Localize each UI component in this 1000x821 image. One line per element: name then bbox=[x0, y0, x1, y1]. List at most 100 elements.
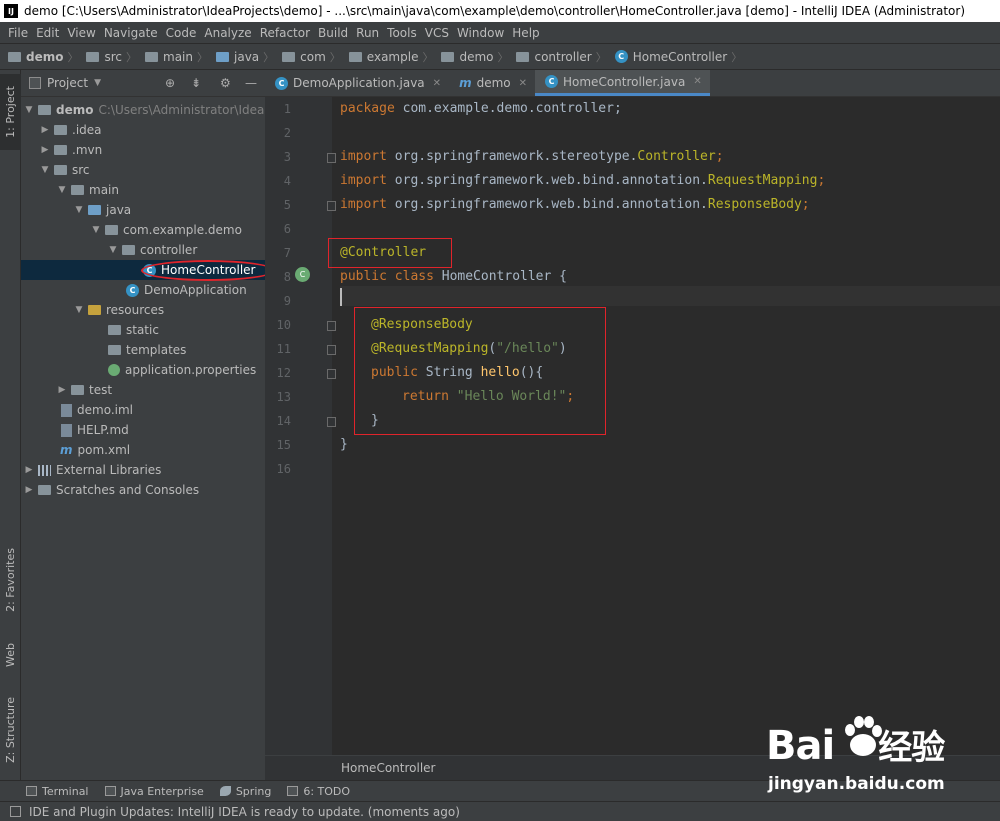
code-area[interactable]: package com.example.demo.controller; imp… bbox=[328, 97, 1000, 755]
tree-item-test[interactable]: ▶ test bbox=[21, 380, 265, 400]
paw-icon bbox=[845, 716, 882, 756]
tab-demoapplication[interactable]: C DemoApplication.java ✕ bbox=[265, 70, 449, 96]
fold-icon[interactable] bbox=[327, 321, 336, 331]
expand-arrow-icon[interactable]: ▼ bbox=[56, 185, 68, 195]
menu-build[interactable]: Build bbox=[314, 26, 352, 40]
tree-item-application-properties[interactable]: application.properties bbox=[21, 360, 265, 380]
expand-arrow-icon[interactable]: ▼ bbox=[90, 225, 102, 235]
crumb-src[interactable]: src 〉 bbox=[86, 49, 143, 65]
tree-item-demoapplication[interactable]: C DemoApplication bbox=[21, 280, 265, 300]
expand-arrow-icon[interactable]: ▼ bbox=[73, 205, 85, 215]
collapse-arrow-icon[interactable]: ▶ bbox=[56, 385, 68, 395]
close-icon[interactable]: ✕ bbox=[433, 78, 441, 89]
java-enterprise-tool-button[interactable]: Java Enterprise bbox=[104, 785, 204, 798]
crumb-main[interactable]: main 〉 bbox=[145, 49, 214, 65]
expand-arrow-icon[interactable]: ▼ bbox=[39, 165, 51, 175]
menu-tools[interactable]: Tools bbox=[383, 26, 421, 40]
line-number: 11 bbox=[276, 342, 291, 356]
fold-icon[interactable] bbox=[327, 201, 336, 211]
tree-item-static[interactable]: static bbox=[21, 320, 265, 340]
spring-tool-button[interactable]: Spring bbox=[219, 785, 271, 798]
close-icon[interactable]: ✕ bbox=[519, 78, 527, 89]
crumb-homecontroller[interactable]: C HomeController 〉 bbox=[614, 49, 748, 65]
crumb-java[interactable]: java 〉 bbox=[216, 49, 280, 65]
spring-boot-class-icon: C bbox=[275, 76, 288, 90]
expand-arrow-icon[interactable]: ▼ bbox=[23, 105, 35, 115]
tree-item-java[interactable]: ▼ java bbox=[21, 200, 265, 220]
hide-icon[interactable]: — bbox=[245, 76, 257, 90]
collapse-arrow-icon[interactable]: ▶ bbox=[23, 465, 35, 475]
folder-icon bbox=[86, 51, 100, 62]
crumb-controller[interactable]: controller 〉 bbox=[516, 49, 612, 65]
intellij-icon: IJ bbox=[4, 4, 18, 18]
menu-run[interactable]: Run bbox=[352, 26, 383, 40]
tree-item-controller[interactable]: ▼ controller bbox=[21, 240, 265, 260]
gear-icon[interactable]: ⚙ bbox=[220, 76, 231, 90]
chevron-right-icon: 〉 bbox=[731, 50, 743, 64]
tree-item-templates[interactable]: templates bbox=[21, 340, 265, 360]
fold-icon[interactable] bbox=[327, 369, 336, 379]
status-message[interactable]: IDE and Plugin Updates: IntelliJ IDEA is… bbox=[29, 805, 460, 819]
crumb-com[interactable]: com 〉 bbox=[282, 49, 347, 65]
menu-help[interactable]: Help bbox=[508, 26, 543, 40]
baidu-jingyan-watermark: Bai 经验 jingyan.baidu.com bbox=[766, 712, 996, 802]
close-icon[interactable]: ✕ bbox=[693, 76, 701, 87]
expand-arrow-icon[interactable]: ▼ bbox=[73, 305, 85, 315]
tree-item-idea[interactable]: ▶ .idea bbox=[21, 120, 265, 140]
tree-item-resources[interactable]: ▼ resources bbox=[21, 300, 265, 320]
fold-icon[interactable] bbox=[327, 417, 336, 427]
code-editor[interactable]: 1 2 3 4 5 6 7 8 9 10 11 12 13 14 15 16 C… bbox=[265, 97, 1000, 755]
menu-analyze[interactable]: Analyze bbox=[200, 26, 255, 40]
menu-view[interactable]: View bbox=[63, 26, 99, 40]
tree-item-main[interactable]: ▼ main bbox=[21, 180, 265, 200]
collapse-arrow-icon[interactable]: ▶ bbox=[39, 145, 51, 155]
expand-arrow-icon[interactable]: ▼ bbox=[107, 245, 119, 255]
line-number: 6 bbox=[283, 222, 291, 236]
locate-icon[interactable]: ⊕ bbox=[165, 76, 175, 90]
spring-bean-gutter-icon[interactable]: C bbox=[295, 267, 310, 282]
menu-edit[interactable]: Edit bbox=[32, 26, 63, 40]
tree-item-scratches[interactable]: ▶ Scratches and Consoles bbox=[21, 480, 265, 500]
tab-homecontroller[interactable]: C HomeController.java ✕ bbox=[535, 70, 710, 96]
collapse-arrow-icon[interactable]: ▶ bbox=[23, 485, 35, 495]
tree-item-package[interactable]: ▼ com.example.demo bbox=[21, 220, 265, 240]
project-panel: Project ▼ ⊕ ⇟ ⚙ — ▼ demo C:\Users\Administ… bbox=[21, 70, 277, 780]
package-icon bbox=[122, 245, 135, 255]
tab-web-tool[interactable]: Web bbox=[0, 630, 21, 680]
dropdown-arrow-icon[interactable]: ▼ bbox=[94, 78, 101, 88]
fold-icon[interactable] bbox=[327, 345, 336, 355]
line-number: 13 bbox=[276, 390, 291, 404]
tab-structure-tool[interactable]: Z: Structure bbox=[0, 690, 21, 770]
line-number: 9 bbox=[283, 294, 291, 308]
tab-project-tool[interactable]: 1: Project bbox=[0, 74, 21, 150]
folder-icon bbox=[71, 385, 84, 395]
terminal-tool-button[interactable]: Terminal bbox=[26, 785, 89, 798]
todo-tool-button[interactable]: 6: TODO bbox=[287, 785, 350, 798]
menu-navigate[interactable]: Navigate bbox=[100, 26, 162, 40]
tree-item-homecontroller[interactable]: C HomeController bbox=[21, 260, 275, 281]
tab-favorites-tool[interactable]: 2: Favorites bbox=[0, 535, 21, 625]
menu-window[interactable]: Window bbox=[453, 26, 508, 40]
menu-file[interactable]: File bbox=[4, 26, 32, 40]
crumb-demo-pkg[interactable]: demo 〉 bbox=[441, 49, 514, 65]
tree-item-mvn[interactable]: ▶ .mvn bbox=[21, 140, 265, 160]
tree-item-src[interactable]: ▼ src bbox=[21, 160, 265, 180]
fold-icon[interactable] bbox=[327, 153, 336, 163]
window-title: demo [C:\Users\Administrator\IdeaProject… bbox=[24, 4, 966, 18]
folder-icon bbox=[108, 345, 121, 355]
collapse-arrow-icon[interactable]: ▶ bbox=[39, 125, 51, 135]
collapse-all-icon[interactable]: ⇟ bbox=[191, 76, 201, 90]
tree-item-help-md[interactable]: HELP.md bbox=[21, 420, 265, 440]
tree-item-demo-iml[interactable]: demo.iml bbox=[21, 400, 265, 420]
event-log-icon[interactable] bbox=[10, 806, 21, 817]
tree-item-pom-xml[interactable]: m pom.xml bbox=[21, 440, 265, 460]
project-view-selector[interactable]: Project bbox=[47, 76, 88, 90]
crumb-demo[interactable]: demo 〉 bbox=[8, 49, 84, 65]
menu-vcs[interactable]: VCS bbox=[421, 26, 453, 40]
tab-demo-pom[interactable]: m demo ✕ bbox=[449, 70, 535, 96]
menu-code[interactable]: Code bbox=[162, 26, 201, 40]
tree-item-demo[interactable]: ▼ demo C:\Users\Administrator\IdeaPr bbox=[21, 100, 277, 120]
menu-refactor[interactable]: Refactor bbox=[256, 26, 314, 40]
crumb-example[interactable]: example 〉 bbox=[348, 49, 440, 65]
tree-item-external-libraries[interactable]: ▶ External Libraries bbox=[21, 460, 265, 480]
